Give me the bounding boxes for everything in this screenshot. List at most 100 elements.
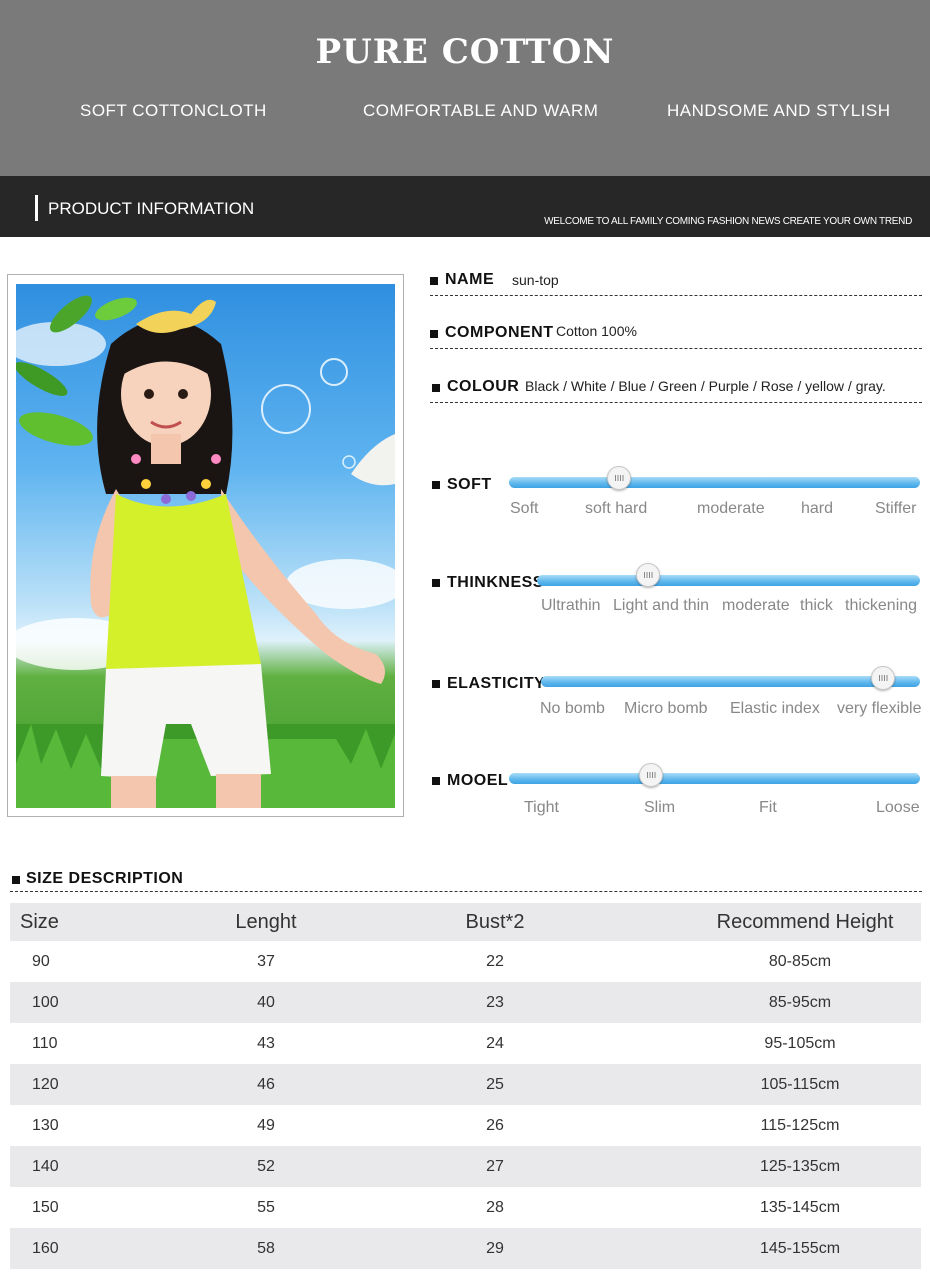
size-cell: 120 [32, 1076, 59, 1093]
length-cell: 52 [257, 1158, 275, 1175]
bust-cell: 22 [486, 953, 504, 970]
elasticity-option: No bomb [540, 700, 605, 717]
elasticity-slider-knob[interactable] [871, 666, 895, 690]
size-cell: 110 [32, 1035, 58, 1052]
thickness-label: THINKNESS [447, 574, 544, 591]
soft-option: Stiffer [875, 500, 917, 517]
square-bullet-icon [432, 579, 440, 587]
hero-banner: PURE COTTON SOFT COTTONCLOTH COMFORTABLE… [0, 0, 930, 176]
elasticity-slider-track[interactable] [541, 676, 920, 687]
table-header-row: Size Lenght Bust*2 Recommend Height [10, 903, 921, 941]
hero-feature: COMFORTABLE AND WARM [363, 101, 599, 120]
square-bullet-icon [12, 876, 20, 884]
square-bullet-icon [432, 481, 440, 489]
size-cell: 140 [32, 1158, 59, 1175]
model-slider-knob[interactable] [639, 763, 663, 787]
model-label: MOOEL [447, 772, 509, 789]
thickness-slider-knob[interactable] [636, 563, 660, 587]
soft-slider-track[interactable] [509, 477, 920, 488]
soft-slider-knob[interactable] [607, 466, 631, 490]
size-cell: 90 [32, 953, 50, 970]
table-row: 100 40 23 85-95cm [10, 982, 921, 1023]
soft-label: SOFT [447, 476, 492, 493]
height-cell: 80-85cm [768, 953, 832, 970]
bust-cell: 24 [486, 1035, 504, 1052]
height-cell: 85-95cm [768, 994, 832, 1011]
column-header: Bust*2 [465, 911, 525, 933]
size-cell: 160 [32, 1240, 59, 1257]
thickness-option: Light and thin [613, 597, 710, 614]
bar-accent-mark [35, 195, 38, 221]
section-bar: PRODUCT INFORMATION WELCOME TO ALL FAMIL… [0, 176, 930, 237]
slogan: WELCOME TO ALL FAMILY COMING FASHION NEW… [544, 216, 912, 227]
section-title: PRODUCT INFORMATION [48, 199, 255, 218]
thickness-option: Ultrathin [541, 597, 601, 614]
thickness-option: thick [800, 597, 833, 614]
bust-cell: 23 [486, 994, 504, 1011]
bust-cell: 29 [486, 1240, 504, 1257]
elasticity-option: Elastic index [730, 700, 820, 717]
soft-option: hard [801, 500, 834, 517]
square-bullet-icon [432, 680, 440, 688]
soft-option: Soft [510, 500, 539, 517]
table-row: 150 55 28 135-145cm [10, 1187, 921, 1228]
table-row: 110 43 24 95-105cm [10, 1023, 921, 1064]
size-table: Size Lenght Bust*2 Recommend Height 90 3… [10, 903, 921, 1269]
bust-cell: 28 [486, 1199, 504, 1216]
height-cell: 125-135cm [759, 1158, 841, 1175]
girl-illustration [16, 295, 395, 808]
hero-title: PURE COTTON [315, 32, 615, 72]
column-header: Lenght [235, 911, 297, 933]
square-bullet-icon [432, 384, 440, 392]
thickness-option: thickening [845, 597, 918, 614]
thickness-slider-track[interactable] [537, 575, 920, 586]
length-cell: 46 [257, 1076, 275, 1093]
height-cell: 135-145cm [759, 1199, 841, 1216]
length-cell: 58 [257, 1240, 275, 1257]
elasticity-label: ELASTICITY [447, 675, 546, 692]
name-row: NAME sun-top [430, 268, 922, 296]
name-label: NAME [445, 271, 495, 288]
component-value: Cotton 100% [556, 323, 637, 339]
length-cell: 43 [257, 1035, 275, 1052]
model-option: Fit [759, 799, 777, 816]
column-header: Size [20, 911, 59, 933]
colour-row: COLOUR Black / White / Blue / Green / Pu… [430, 375, 922, 403]
square-bullet-icon [430, 330, 438, 338]
model-option: Tight [524, 799, 559, 816]
square-bullet-icon [432, 777, 440, 785]
component-label: COMPONENT [445, 324, 554, 341]
table-row: 120 46 25 105-115cm [10, 1064, 921, 1105]
height-cell: 145-155cm [759, 1240, 841, 1257]
model-slider-track[interactable] [509, 773, 920, 784]
length-cell: 40 [257, 994, 275, 1011]
height-cell: 105-115cm [760, 1076, 840, 1093]
size-cell: 100 [32, 994, 59, 1011]
soft-option: soft hard [585, 500, 648, 517]
elasticity-option: Micro bomb [624, 700, 708, 717]
product-photo-frame [7, 274, 404, 817]
elasticity-option: very flexible [837, 700, 922, 717]
length-cell: 37 [257, 953, 275, 970]
size-description-title: SIZE DESCRIPTION [26, 870, 184, 887]
height-cell: 95-105cm [764, 1035, 836, 1052]
colour-label: COLOUR [447, 378, 520, 395]
bust-cell: 25 [486, 1076, 504, 1093]
bust-cell: 27 [486, 1158, 504, 1175]
name-value: sun-top [512, 272, 559, 288]
hero-feature: SOFT COTTONCLOTH [80, 101, 267, 120]
size-cell: 150 [32, 1199, 59, 1216]
length-cell: 49 [257, 1117, 275, 1134]
length-cell: 55 [257, 1199, 275, 1216]
column-header: Recommend Height [716, 911, 894, 933]
model-option: Slim [644, 799, 676, 816]
table-row: 140 52 27 125-135cm [10, 1146, 921, 1187]
colour-value: Black / White / Blue / Green / Purple / … [525, 378, 886, 394]
component-row: COMPONENT Cotton 100% [430, 321, 922, 349]
height-cell: 115-125cm [760, 1117, 840, 1134]
size-cell: 130 [32, 1117, 59, 1134]
square-bullet-icon [430, 277, 438, 285]
product-photo [16, 284, 395, 808]
table-row: 130 49 26 115-125cm [10, 1105, 921, 1146]
soft-option: moderate [697, 500, 765, 517]
